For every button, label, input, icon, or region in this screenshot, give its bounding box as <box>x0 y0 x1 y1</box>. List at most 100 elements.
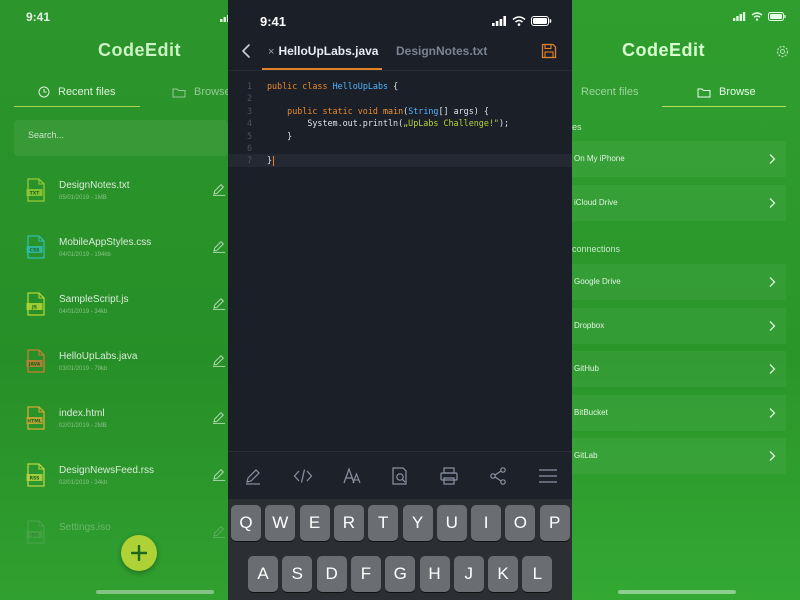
line-number: 6 <box>246 142 252 153</box>
file-name: DesignNotes.txt <box>59 180 130 191</box>
key[interactable]: Q <box>231 505 261 541</box>
editor-status-icons <box>492 16 552 26</box>
key[interactable]: Y <box>402 505 433 541</box>
line-number: 4 <box>246 118 252 129</box>
location-row[interactable]: Google Drive <box>572 264 786 300</box>
editor-tabs: × HelloUpLabs.java DesignNotes.txt <box>228 40 572 70</box>
code-token: public static void <box>287 105 383 116</box>
chevron-right-icon <box>769 198 776 208</box>
edit-pencil-icon[interactable] <box>212 239 226 253</box>
key[interactable]: O <box>505 505 536 541</box>
code-area[interactable]: 1 public class HelloUpLabs {2 3 public sta… <box>228 80 572 167</box>
tab-browse-right[interactable]: Browse <box>697 78 756 106</box>
file-row[interactable]: TXT DesignNotes.txt 05/01/2019 - 1MB <box>14 172 228 216</box>
file-tabs: Recent files Browse <box>14 78 228 108</box>
key[interactable]: S <box>282 556 313 592</box>
code-text: public class HelloUpLabs { <box>267 80 398 92</box>
key[interactable]: U <box>436 505 467 541</box>
key[interactable]: W <box>265 505 296 541</box>
section-connections-header: connections <box>572 244 621 254</box>
file-row[interactable]: RSS DesignNewsFeed.rss 02/01/2019 - 34kb <box>14 457 228 501</box>
code-text: } <box>267 154 275 166</box>
location-row[interactable]: Dropbox <box>572 307 786 344</box>
location-row[interactable]: On My iPhone <box>572 141 786 177</box>
edit-pencil-icon[interactable] <box>212 182 226 196</box>
key[interactable]: R <box>333 505 364 541</box>
file-type-label: TXT <box>30 191 41 197</box>
file-icon: RSS <box>26 463 45 487</box>
code-line[interactable]: 2 <box>228 92 572 104</box>
file-meta: 04/01/2019 - 194kb <box>59 252 111 258</box>
close-tab-icon[interactable]: × <box>268 46 274 58</box>
tab-browse[interactable]: Browse <box>172 78 228 106</box>
tab-recent-files-right[interactable]: Recent files <box>581 78 638 106</box>
print-icon[interactable] <box>439 466 459 486</box>
file-row[interactable]: JAVA HelloUpLabs.java 03/01/2019 - 78kb <box>14 343 228 387</box>
key[interactable]: P <box>539 505 570 541</box>
key[interactable]: A <box>248 556 278 592</box>
code-line[interactable]: 5 } <box>228 130 572 142</box>
line-number: 7 <box>246 155 252 166</box>
code-token: public class <box>267 81 333 91</box>
chevron-right-icon <box>769 451 776 461</box>
code-line[interactable]: 7} <box>228 154 572 167</box>
key[interactable]: F <box>350 556 381 592</box>
key[interactable]: H <box>419 556 450 592</box>
share-icon[interactable] <box>488 466 508 486</box>
editor-status-bar: 9:41 <box>228 14 572 30</box>
search-input[interactable]: Search... <box>14 120 228 156</box>
tab-hellouplabs[interactable]: × HelloUpLabs.java <box>268 44 378 58</box>
back-chevron-icon[interactable] <box>240 43 254 59</box>
status-bar: 9:41 <box>0 10 228 26</box>
code-tag-icon[interactable] <box>293 466 313 486</box>
key[interactable]: E <box>299 505 330 541</box>
file-row[interactable]: CSS MobileAppStyles.css 04/01/2019 - 194kb <box>14 229 228 273</box>
font-size-icon[interactable] <box>342 466 362 486</box>
edit-pencil-icon[interactable] <box>212 353 226 367</box>
file-row[interactable]: HTML index.html 02/01/2019 - 2MB <box>14 400 228 444</box>
signal-icon <box>492 16 506 26</box>
edit-pencil-icon[interactable] <box>212 296 226 310</box>
browse-screen: CodeEdit Recent files Browse es On My iP… <box>572 0 800 600</box>
save-icon[interactable] <box>541 43 557 59</box>
status-bar-right <box>572 10 800 26</box>
key[interactable]: T <box>368 505 399 541</box>
status-icons-right <box>733 12 786 21</box>
key[interactable]: J <box>453 556 484 592</box>
code-line[interactable]: 1 public class HelloUpLabs { <box>228 80 572 92</box>
code-token: System.out.println( <box>267 118 404 129</box>
recent-files-screen: 9:41 CodeEdit Recent files Browse Search… <box>0 0 228 600</box>
settings-gear-icon[interactable] <box>776 45 789 58</box>
code-token: main <box>382 105 404 116</box>
edit-pencil-icon[interactable] <box>212 524 226 538</box>
key[interactable]: L <box>522 556 553 592</box>
code-line[interactable]: 6 <box>228 142 572 154</box>
location-row[interactable]: GitLab <box>572 438 786 474</box>
file-type-label: RSS <box>30 476 40 482</box>
location-row[interactable]: GitHub <box>572 351 786 387</box>
menu-icon[interactable] <box>538 466 558 486</box>
key[interactable]: D <box>316 556 347 592</box>
file-type-label: JAVA <box>28 362 41 368</box>
tab-designnotes[interactable]: DesignNotes.txt <box>396 44 487 58</box>
code-line[interactable]: 4 System.out.println(„UpLabs Challenge!"… <box>228 117 572 129</box>
edit-pencil-icon[interactable] <box>212 467 226 481</box>
battery-icon <box>768 12 786 21</box>
location-row[interactable]: iCloud Drive <box>572 185 786 221</box>
file-row[interactable]: JS SampleScript.js 04/01/2019 - 34kb <box>14 286 228 330</box>
add-file-button[interactable] <box>121 535 157 571</box>
search-placeholder: Search... <box>28 130 65 140</box>
key[interactable]: G <box>385 556 416 592</box>
pencil-icon[interactable] <box>243 466 263 486</box>
code-line[interactable]: 3 public static void main(String[] args)… <box>228 105 572 117</box>
key[interactable]: K <box>488 556 519 592</box>
edit-pencil-icon[interactable] <box>212 410 226 424</box>
code-token: HelloUpLabs <box>332 81 389 91</box>
signal-icon <box>733 12 746 21</box>
tab-recent-files[interactable]: Recent files <box>38 78 115 106</box>
location-row[interactable]: BitBucket <box>572 394 786 431</box>
find-in-file-icon[interactable] <box>390 466 410 486</box>
key[interactable]: I <box>471 505 502 541</box>
folder-icon <box>697 88 711 97</box>
chevron-right-icon <box>769 407 776 418</box>
